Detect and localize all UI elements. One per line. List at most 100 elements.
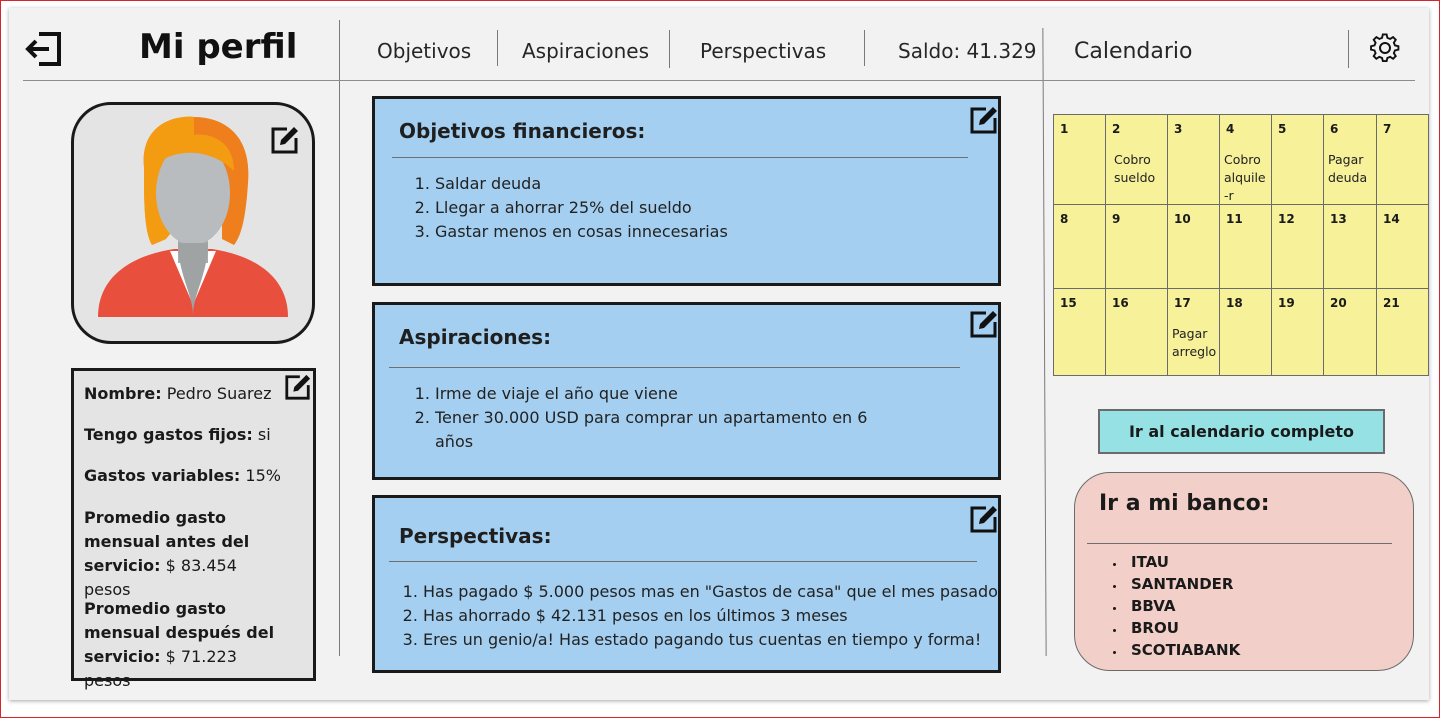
calendar-day-number: 2 [1112,122,1121,136]
calendar-day-number: 14 [1383,212,1400,226]
page-title: Mi perfil [139,27,298,67]
calendar-day[interactable]: 8 [1054,205,1106,289]
edit-icon[interactable] [969,105,999,135]
calendar-day-number: 16 [1112,296,1129,310]
calendar-day-number: 11 [1226,212,1243,226]
card-title: Perspectivas: [399,524,552,548]
profile-field-avg-after: Promedio gasto mensual después del servi… [84,597,284,693]
calendar-day[interactable]: 16 [1106,289,1168,375]
calendar-day-number: 18 [1226,296,1243,310]
calendar-day[interactable]: 1 [1054,115,1106,205]
calendar-day[interactable]: 13 [1324,205,1377,289]
calendar-day-number: 7 [1383,122,1392,136]
bank-link-bbva[interactable]: BBVA [1125,595,1240,617]
calendar-event: Pagar deuda [1328,152,1368,185]
calendar-day[interactable]: 15 [1054,289,1106,375]
gear-icon[interactable] [1370,33,1400,63]
field-label: Tengo gastos fijos: [84,425,253,444]
calendar-day-number: 1 [1060,122,1069,136]
calendar-event: Cobro sueldo [1114,152,1156,185]
calendar-day-number: 5 [1278,122,1287,136]
edit-icon[interactable] [284,373,312,401]
calendar-day-number: 19 [1278,296,1295,310]
calendar-day[interactable]: 5 [1272,115,1324,205]
profile-field-fixed-expenses: Tengo gastos fijos: si [84,423,294,447]
calendar-day[interactable]: 20 [1324,289,1377,375]
calendar-day-number: 17 [1174,296,1191,310]
calendar-day-number: 8 [1060,212,1069,226]
nav-objetivos[interactable]: Objetivos [377,39,471,63]
card-title: Aspiraciones: [399,325,552,349]
calendar-day-number: 20 [1330,296,1347,310]
nav-perspectivas[interactable]: Perspectivas [700,39,826,63]
calendar-day[interactable]: 7 [1377,115,1429,205]
balance-label: Saldo: 41.329 [898,39,1037,63]
calendar-grid: 1 2 Cobro sueldo 3 4 Cobro alquile-r 5 6 Pagar d… [1053,114,1429,376]
nav-divider [497,30,498,66]
bank-panel: Ir a mi banco: ITAU SANTANDER BBVA BROU … [1074,472,1414,671]
bank-title: Ir a mi banco: [1099,491,1270,516]
profile-page: Mi perfil Objetivos Aspiraciones Perspec… [9,8,1429,700]
calendar-day-number: 4 [1226,122,1235,136]
card-title: Objetivos financieros: [399,119,646,143]
calendar-day[interactable]: 3 [1168,115,1220,205]
header-divider [339,20,340,656]
list-item: Has pagado $ 5.000 pesos mas en "Gastos … [423,580,1003,604]
list-item: Gastar menos en cosas innecesarias [435,220,728,244]
calendar-day[interactable]: 9 [1106,205,1168,289]
bank-link-scotiabank[interactable]: SCOTIABANK [1125,639,1240,661]
list-item: Eres un genio/a! Has estado pagando tus … [423,628,1003,652]
edit-icon[interactable] [969,309,999,339]
calendar-day[interactable]: 2 Cobro sueldo [1106,115,1168,205]
calendar-day-number: 9 [1112,212,1121,226]
calendar-day-number: 3 [1174,122,1183,136]
calendar-title: Calendario [1074,39,1193,64]
calendar-day-number: 6 [1330,122,1339,136]
header-rule [23,80,1415,81]
profile-field-avg-before: Promedio gasto mensual antes del servici… [84,506,284,602]
bank-link-itau[interactable]: ITAU [1125,551,1240,573]
field-value: si [257,425,271,444]
full-calendar-button[interactable]: Ir al calendario completo [1098,409,1385,454]
calendar-day[interactable]: 21 [1377,289,1429,375]
perspectives-list: Has pagado $ 5.000 pesos mas en "Gastos … [423,580,1003,652]
profile-info-panel: Nombre: Pedro Suarez Tengo gastos fijos:… [71,368,316,690]
calendar-day[interactable]: 19 [1272,289,1324,375]
calendar-day[interactable]: 6 Pagar deuda [1324,115,1377,205]
edit-icon[interactable] [969,504,999,534]
field-label: Gastos variables: [84,466,241,485]
profile-field-name: Nombre: Pedro Suarez [84,382,274,406]
calendar-day-number: 12 [1278,212,1295,226]
settings-divider [1348,30,1349,68]
calendar-day[interactable]: 10 [1168,205,1220,289]
calendar-day-number: 10 [1174,212,1191,226]
card-divider [389,561,977,562]
calendar-day[interactable]: 12 [1272,205,1324,289]
card-divider [392,157,968,158]
nav-aspiraciones[interactable]: Aspiraciones [522,39,649,63]
aspirations-list: Irme de viaje el año que viene Tener 30.… [435,382,875,454]
perspectives-card: Perspectivas: Has pagado $ 5.000 pesos m… [372,495,1001,673]
field-label: Nombre: [84,384,162,403]
bank-link-santander[interactable]: SANTANDER [1125,573,1240,595]
calendar-day[interactable]: 17 Pagar arreglo [1168,289,1220,375]
logout-icon[interactable] [25,30,63,68]
calendar-day[interactable]: 14 [1377,205,1429,289]
card-divider [389,367,960,368]
list-item: Irme de viaje el año que viene [435,382,875,406]
aspirations-card: Aspiraciones: Irme de viaje el año que v… [372,302,1001,480]
edit-icon[interactable] [270,125,300,155]
list-item: Saldar deuda [435,172,728,196]
nav-divider [669,30,670,68]
calendar-day-number: 13 [1330,212,1347,226]
calendar-event: Cobro alquile-r [1224,152,1266,203]
calendar-day[interactable]: 4 Cobro alquile-r [1220,115,1272,205]
calendar-event: Pagar arreglo [1172,326,1217,359]
calendar-day[interactable]: 11 [1220,205,1272,289]
calendar-day-number: 21 [1383,296,1400,310]
bank-link-brou[interactable]: BROU [1125,617,1240,639]
field-value: 15% [245,466,281,485]
list-item: Tener 30.000 USD para comprar un apartam… [435,406,875,454]
avatar [71,102,315,344]
calendar-day[interactable]: 18 [1220,289,1272,375]
